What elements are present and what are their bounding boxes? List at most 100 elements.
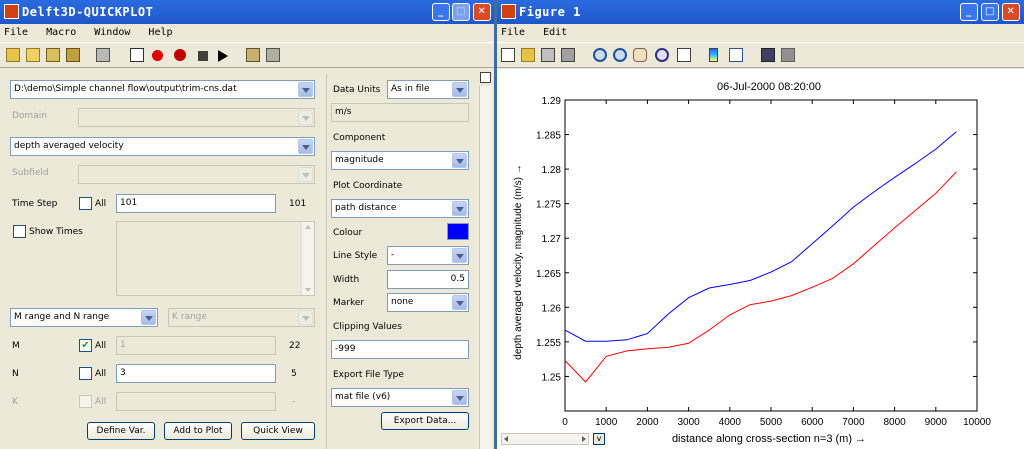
- menu-help[interactable]: Help: [148, 27, 172, 38]
- quantity-select[interactable]: depth averaged velocity: [10, 137, 315, 156]
- zoom-out-icon[interactable]: [613, 48, 627, 62]
- print-icon[interactable]: [96, 48, 110, 62]
- figure-title: Figure 1: [519, 5, 581, 19]
- time-step-max: 101: [289, 199, 307, 209]
- play-icon[interactable]: [218, 50, 228, 62]
- y-axis-label: depth averaged velocity, magnitude (m/s)…: [513, 164, 524, 359]
- quickplot-titlebar[interactable]: Delft3D-QUICKPLOT _ □ ✕: [0, 0, 494, 24]
- rotate-3d-icon[interactable]: [655, 48, 669, 62]
- chevron-down-icon[interactable]: [452, 201, 467, 216]
- scroll-left-icon[interactable]: [504, 436, 508, 442]
- marker-select[interactable]: none: [387, 293, 469, 312]
- minimize-button[interactable]: _: [432, 3, 450, 21]
- k-label: K: [12, 397, 18, 407]
- scroll-down-icon[interactable]: [305, 288, 311, 292]
- plot-axes: 0 1000 2000 3000 4000 5000 6000 7000 8000 9000 100…: [536, 96, 991, 428]
- menu-edit[interactable]: Edit: [543, 27, 567, 38]
- marker-value: none: [391, 297, 414, 307]
- n-input[interactable]: 3: [116, 364, 276, 383]
- file-path-field[interactable]: D:\demo\Simple channel flow\output\trim-…: [10, 80, 315, 99]
- open-grid-icon[interactable]: [66, 48, 80, 62]
- figure-scroll-button[interactable]: v: [593, 433, 605, 445]
- data-units-select[interactable]: As in file: [387, 80, 469, 99]
- chevron-down-icon[interactable]: [141, 310, 156, 325]
- component-label: Component: [333, 133, 386, 143]
- colour-swatch[interactable]: [447, 223, 469, 240]
- quick-view-button[interactable]: Quick View: [241, 422, 315, 440]
- menu-file[interactable]: File: [501, 27, 525, 38]
- close-button[interactable]: ✕: [473, 3, 491, 21]
- menu-window[interactable]: Window: [94, 27, 130, 38]
- clipping-input[interactable]: -999: [331, 340, 469, 359]
- y-tick-label: 1.265: [536, 269, 561, 280]
- chevron-down-icon[interactable]: [298, 82, 313, 97]
- k-range-select: K range: [168, 308, 315, 327]
- show-times-checkbox[interactable]: [13, 225, 26, 238]
- scroll-up-icon[interactable]: [305, 225, 311, 229]
- chevron-down-icon[interactable]: [452, 82, 467, 97]
- width-input[interactable]: 0.5: [387, 270, 469, 289]
- zoom-in-icon[interactable]: [593, 48, 607, 62]
- chevron-down-icon[interactable]: [452, 153, 467, 168]
- export-figure-icon[interactable]: [246, 48, 260, 62]
- export-type-select[interactable]: mat file (v6): [331, 388, 469, 407]
- figure-hscrollbar[interactable]: [501, 433, 589, 445]
- menu-file[interactable]: File: [4, 27, 28, 38]
- open-folder-icon[interactable]: [26, 48, 40, 62]
- series-line-1[interactable]: [564, 171, 957, 383]
- new-figure-icon[interactable]: [130, 48, 144, 62]
- plot-series: [564, 131, 957, 383]
- export-type-value: mat file (v6): [335, 392, 391, 402]
- component-value: magnitude: [335, 155, 384, 165]
- chevron-down-icon[interactable]: [452, 390, 467, 405]
- time-step-all-checkbox[interactable]: [79, 197, 92, 210]
- plot-frame: [564, 99, 978, 412]
- plot-coordinate-select[interactable]: path distance: [331, 199, 469, 218]
- time-step-input[interactable]: 101: [116, 194, 276, 213]
- range-mode-select[interactable]: M range and N range: [10, 308, 158, 327]
- chevron-down-icon[interactable]: [452, 295, 467, 310]
- save-icon[interactable]: [541, 48, 555, 62]
- record-movie-icon[interactable]: [174, 49, 186, 61]
- subfield-label: Subfield: [12, 168, 49, 178]
- stop-icon[interactable]: [198, 51, 208, 61]
- open-icon[interactable]: [521, 48, 535, 62]
- maximize-button[interactable]: □: [981, 3, 999, 21]
- undock-icon[interactable]: [480, 72, 491, 83]
- open-file-icon[interactable]: [6, 48, 20, 62]
- figure-titlebar[interactable]: Figure 1 _ □ ✕: [497, 0, 1024, 24]
- new-figure-icon[interactable]: [501, 48, 515, 62]
- m-all-checkbox[interactable]: ✔: [79, 339, 92, 352]
- data-cursor-icon[interactable]: [677, 48, 691, 62]
- chevron-down-icon[interactable]: [452, 248, 467, 263]
- legend-icon[interactable]: [729, 48, 743, 62]
- line-chart[interactable]: 06-Jul-2000 08:20:00 distance along cros…: [497, 69, 1024, 449]
- times-scrollbar[interactable]: [301, 222, 314, 295]
- grid-view-icon[interactable]: [266, 48, 280, 62]
- plot-tools-hide-icon[interactable]: [781, 48, 795, 62]
- print-icon[interactable]: [561, 48, 575, 62]
- panel-scrollbar[interactable]: [479, 86, 492, 449]
- scroll-right-icon[interactable]: [582, 436, 586, 442]
- times-listbox: [116, 221, 315, 296]
- define-var-button[interactable]: Define Var.: [87, 422, 155, 440]
- pan-hand-icon[interactable]: [633, 48, 647, 62]
- colorbar-icon[interactable]: [709, 48, 718, 62]
- line-style-select[interactable]: -: [387, 246, 469, 265]
- component-select[interactable]: magnitude: [331, 151, 469, 170]
- record-icon[interactable]: [152, 50, 163, 61]
- export-data-button[interactable]: Export Data...: [381, 412, 469, 430]
- chevron-down-icon[interactable]: [298, 139, 313, 154]
- plot-tools-icon[interactable]: [761, 48, 775, 62]
- series-line-0[interactable]: [564, 131, 957, 342]
- close-button[interactable]: ✕: [1002, 3, 1020, 21]
- quickplot-toolbar: [0, 42, 494, 68]
- m-input: 1: [116, 336, 276, 355]
- minimize-button[interactable]: _: [960, 3, 978, 21]
- n-all-checkbox[interactable]: [79, 367, 92, 380]
- time-step-value: 101: [120, 198, 138, 208]
- menu-macro[interactable]: Macro: [46, 27, 76, 38]
- add-to-plot-button[interactable]: Add to Plot: [164, 422, 232, 440]
- maximize-button[interactable]: □: [452, 3, 470, 21]
- save-icon[interactable]: [46, 48, 60, 62]
